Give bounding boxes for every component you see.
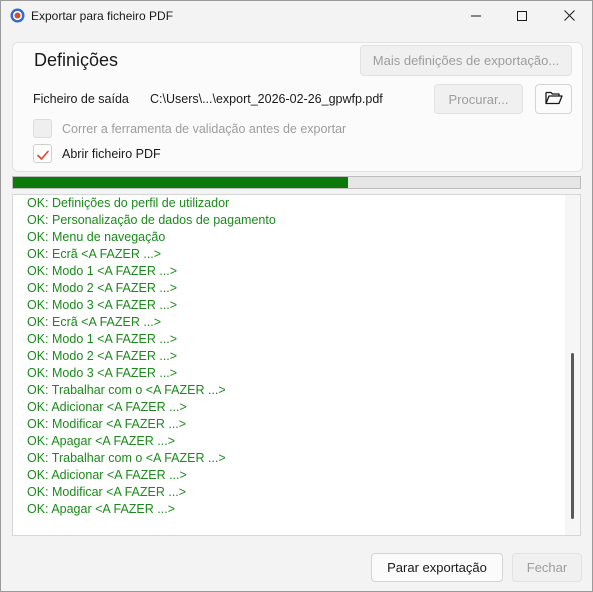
minimize-icon (471, 8, 481, 26)
log-scrollbar-thumb[interactable] (571, 353, 574, 519)
log-line: OK: Modificar <A FAZER ...> (27, 417, 187, 431)
browse-button[interactable]: Procurar... (434, 84, 523, 114)
output-file-label: Ficheiro de saída (33, 92, 129, 106)
close-icon (563, 8, 575, 26)
log-line: OK: Ecrã <A FAZER ...> (27, 247, 162, 261)
log-line: OK: Menu de navegação (27, 230, 166, 244)
log-line: OK: Personalização de dados de pagamento (27, 213, 276, 227)
log-line: OK: Modo 1 <A FAZER ...> (27, 332, 178, 346)
checkmark-icon (37, 148, 49, 166)
log-line: OK: Ecrã <A FAZER ...> (27, 315, 162, 329)
output-file-path: C:\Users\...\export_2026-02-26_gpwfp.pdf (150, 92, 383, 106)
export-pdf-dialog: Exportar para ficheiro PDF Definições Ma… (0, 0, 593, 592)
stop-export-button[interactable]: Parar exportação (371, 553, 503, 582)
validate-checkbox-label: Correr a ferramenta de validação antes d… (62, 122, 347, 136)
folder-open-icon (544, 91, 563, 108)
open-pdf-checkbox[interactable] (33, 144, 52, 163)
validate-checkbox[interactable] (33, 119, 52, 138)
log-line: OK: Modo 3 <A FAZER ...> (27, 366, 178, 380)
log-line: OK: Apagar <A FAZER ...> (27, 434, 175, 448)
maximize-icon (517, 8, 527, 26)
log-line: OK: Modo 2 <A FAZER ...> (27, 281, 178, 295)
log-line: OK: Adicionar <A FAZER ...> (27, 468, 187, 482)
log-scrollbar[interactable] (565, 195, 580, 535)
log-line: OK: Trabalhar com o <A FAZER ...> (27, 451, 226, 465)
log-line: OK: Adicionar <A FAZER ...> (27, 400, 187, 414)
settings-panel: Definições Mais definições de exportação… (12, 42, 583, 172)
close-window-button[interactable] (546, 1, 592, 32)
log-line: OK: Modo 2 <A FAZER ...> (27, 349, 178, 363)
more-export-settings-button[interactable]: Mais definições de exportação... (360, 45, 572, 76)
progress-fill (13, 177, 348, 188)
window-title: Exportar para ficheiro PDF (31, 9, 174, 23)
log-line: OK: Modo 3 <A FAZER ...> (27, 298, 178, 312)
maximize-button[interactable] (499, 1, 545, 32)
open-folder-button[interactable] (535, 84, 572, 114)
export-progress-bar (12, 176, 581, 189)
title-bar[interactable]: Exportar para ficheiro PDF (1, 1, 592, 32)
settings-heading: Definições (34, 50, 119, 70)
minimize-button[interactable] (453, 1, 499, 32)
log-line: OK: Modificar <A FAZER ...> (27, 485, 187, 499)
log-line: OK: Trabalhar com o <A FAZER ...> (27, 383, 226, 397)
log-line: OK: Definições do perfil de utilizador (27, 196, 230, 210)
app-logo-icon (10, 8, 25, 23)
log-lines: OK: Definições do perfil de utilizador OK… (27, 196, 276, 519)
export-log[interactable]: OK: Definições do perfil de utilizador OK… (12, 194, 581, 536)
log-line: OK: Modo 1 <A FAZER ...> (27, 264, 178, 278)
open-pdf-checkbox-label: Abrir ficheiro PDF (62, 147, 161, 161)
close-button[interactable]: Fechar (512, 553, 582, 582)
log-line: OK: Apagar <A FAZER ...> (27, 502, 175, 516)
